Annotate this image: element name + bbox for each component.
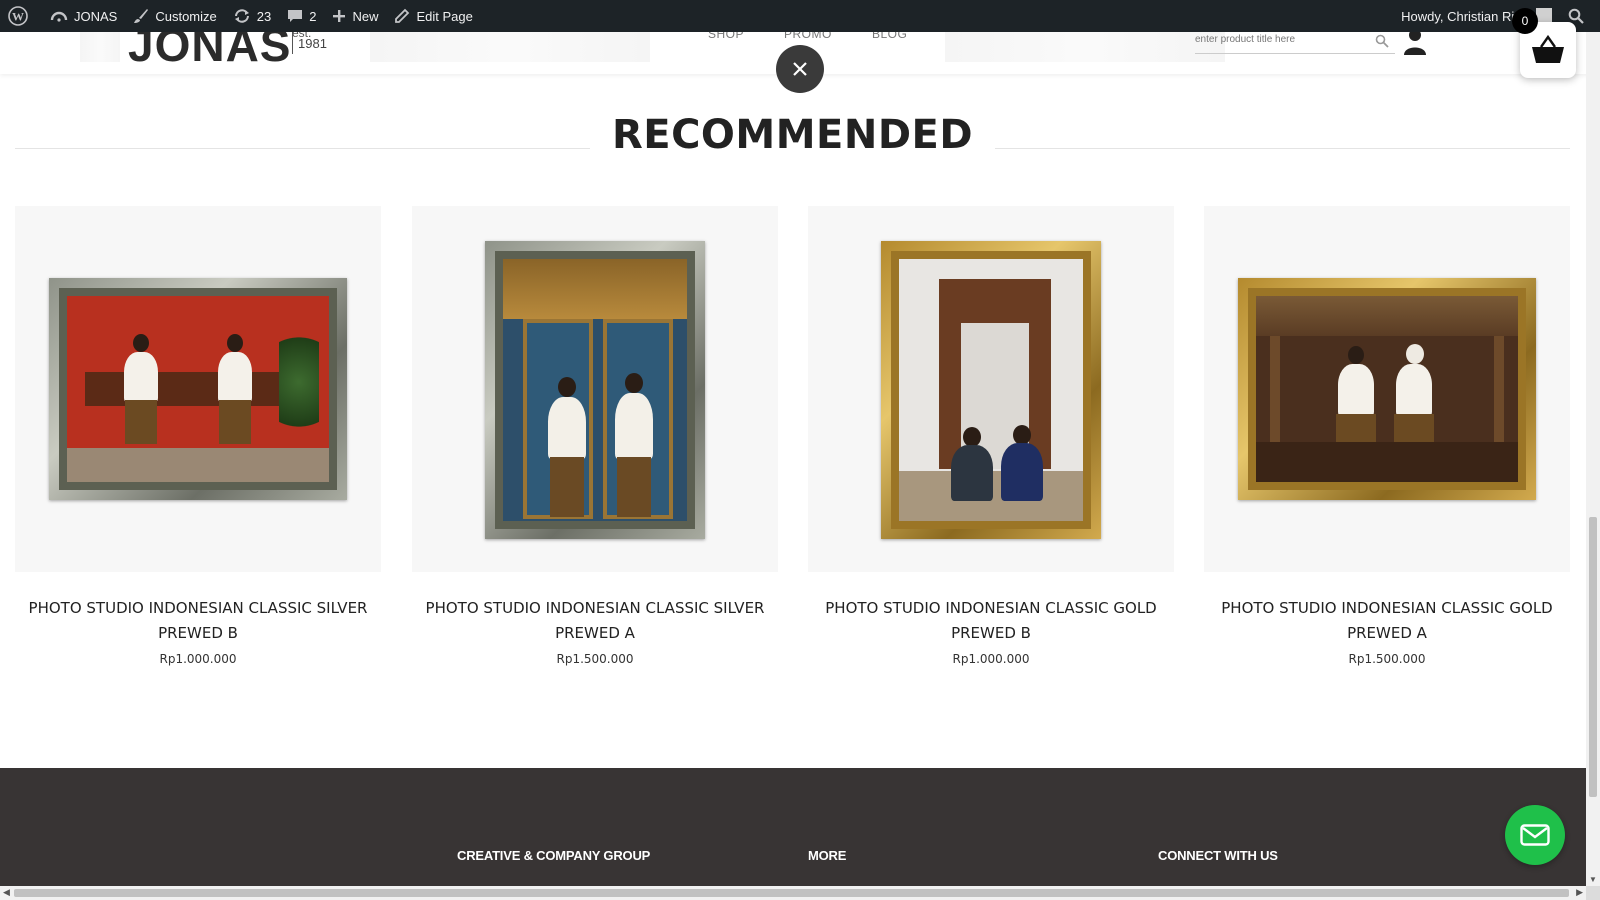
footer-heading-more: MORE bbox=[808, 848, 847, 863]
product-image[interactable] bbox=[1204, 206, 1570, 572]
updates-count: 23 bbox=[256, 8, 272, 24]
site-footer: CREATIVE & COMPANY GROUP MORE CONNECT WI… bbox=[0, 768, 1587, 886]
pencil-icon bbox=[395, 8, 410, 23]
updates-link[interactable]: 23 bbox=[225, 0, 279, 32]
product-title[interactable]: PHOTO STUDIO INDONESIAN CLASSIC SILVER P… bbox=[15, 596, 381, 646]
edit-page-label: Edit Page bbox=[416, 8, 473, 24]
search-placeholder: enter product title here bbox=[1195, 34, 1296, 45]
product-title[interactable]: PHOTO STUDIO INDONESIAN CLASSIC GOLD PRE… bbox=[1204, 596, 1570, 646]
cart-button[interactable]: 0 bbox=[1512, 8, 1576, 78]
footer-heading-company: CREATIVE & COMPANY GROUP bbox=[457, 848, 651, 863]
silver-frame bbox=[49, 278, 347, 500]
nav-item-promo[interactable]: PROMO bbox=[784, 32, 832, 41]
silver-frame bbox=[485, 241, 705, 539]
customize-label: Customize bbox=[155, 8, 217, 24]
recommended-section: RECOMMENDED PHOTO STUDIO INDONESIAN CLAS… bbox=[15, 100, 1570, 666]
comments-link[interactable]: 2 bbox=[279, 0, 324, 32]
product-title[interactable]: PHOTO STUDIO INDONESIAN CLASSIC SILVER P… bbox=[412, 596, 778, 646]
user-icon[interactable] bbox=[1403, 32, 1427, 56]
update-icon bbox=[234, 9, 249, 23]
scroll-right-arrow-icon[interactable]: ▶ bbox=[1576, 887, 1583, 898]
vertical-scrollbar[interactable]: ▼ bbox=[1586, 32, 1600, 886]
header-banner-left bbox=[80, 32, 120, 62]
contact-mail-button[interactable] bbox=[1505, 805, 1565, 865]
product-card[interactable]: PHOTO STUDIO INDONESIAN CLASSIC SILVER P… bbox=[412, 206, 778, 666]
gold-frame bbox=[881, 241, 1101, 539]
close-button[interactable] bbox=[776, 45, 824, 93]
close-icon bbox=[793, 62, 807, 76]
nav-item-blog[interactable]: BLOG bbox=[872, 32, 907, 41]
brush-icon bbox=[134, 9, 149, 23]
scroll-left-arrow-icon[interactable]: ◀ bbox=[3, 887, 10, 898]
comment-icon bbox=[288, 10, 303, 22]
product-image[interactable] bbox=[808, 206, 1174, 572]
comments-count: 2 bbox=[309, 8, 317, 24]
product-grid: PHOTO STUDIO INDONESIAN CLASSIC SILVER P… bbox=[15, 206, 1570, 686]
logo-text: JONAS bbox=[128, 32, 292, 71]
site-name: JONAS bbox=[74, 8, 118, 24]
nav-item-shop[interactable]: SHOP bbox=[708, 32, 744, 41]
search-icon[interactable] bbox=[1375, 34, 1389, 48]
plus-icon bbox=[333, 10, 346, 22]
scrollbar-corner bbox=[1586, 886, 1600, 900]
howdy-text: Howdy, Christian Riza bbox=[1401, 8, 1528, 24]
product-price: Rp1.000.000 bbox=[159, 652, 237, 666]
wordpress-icon: W bbox=[8, 6, 28, 26]
product-price: Rp1.500.000 bbox=[1348, 652, 1426, 666]
product-card[interactable]: PHOTO STUDIO INDONESIAN CLASSIC GOLD PRE… bbox=[1204, 206, 1570, 666]
customize-link[interactable]: Customize bbox=[125, 0, 224, 32]
product-search-input[interactable]: enter product title here bbox=[1195, 32, 1395, 54]
footer-heading-connect: CONNECT WITH US bbox=[1158, 848, 1278, 863]
product-price: Rp1.500.000 bbox=[556, 652, 634, 666]
horizontal-scrollbar-thumb[interactable] bbox=[14, 889, 1569, 897]
scroll-down-arrow-icon[interactable]: ▼ bbox=[1589, 875, 1597, 884]
gold-frame bbox=[1238, 278, 1536, 500]
product-title[interactable]: PHOTO STUDIO INDONESIAN CLASSIC GOLD PRE… bbox=[808, 596, 1174, 646]
svg-text:W: W bbox=[12, 10, 24, 24]
mail-icon bbox=[1520, 824, 1550, 846]
product-price: Rp1.000.000 bbox=[952, 652, 1030, 666]
header-banner-right bbox=[945, 32, 1225, 62]
wordpress-logo-button[interactable]: W bbox=[0, 0, 42, 32]
basket-icon bbox=[1532, 35, 1564, 63]
new-label: New bbox=[352, 8, 379, 24]
vertical-scrollbar-thumb[interactable] bbox=[1589, 517, 1597, 797]
logo-year: 1981 bbox=[298, 36, 327, 51]
site-name-link[interactable]: JONAS bbox=[42, 0, 125, 32]
product-image[interactable] bbox=[15, 206, 381, 572]
header-banner-middle bbox=[370, 32, 650, 62]
section-header: RECOMMENDED bbox=[15, 100, 1570, 180]
dashboard-icon bbox=[50, 11, 68, 22]
wp-admin-bar: W JONAS Customize 23 2 New Edit Page How… bbox=[0, 0, 1600, 32]
horizontal-scrollbar[interactable]: ◀ ▶ bbox=[0, 886, 1586, 900]
new-content-link[interactable]: New bbox=[324, 0, 386, 32]
cart-count-badge: 0 bbox=[1512, 8, 1538, 34]
product-image[interactable] bbox=[412, 206, 778, 572]
section-title: RECOMMENDED bbox=[15, 112, 1570, 158]
product-card[interactable]: PHOTO STUDIO INDONESIAN CLASSIC GOLD PRE… bbox=[808, 206, 1174, 666]
edit-page-link[interactable]: Edit Page bbox=[386, 0, 480, 32]
product-card[interactable]: PHOTO STUDIO INDONESIAN CLASSIC SILVER P… bbox=[15, 206, 381, 666]
